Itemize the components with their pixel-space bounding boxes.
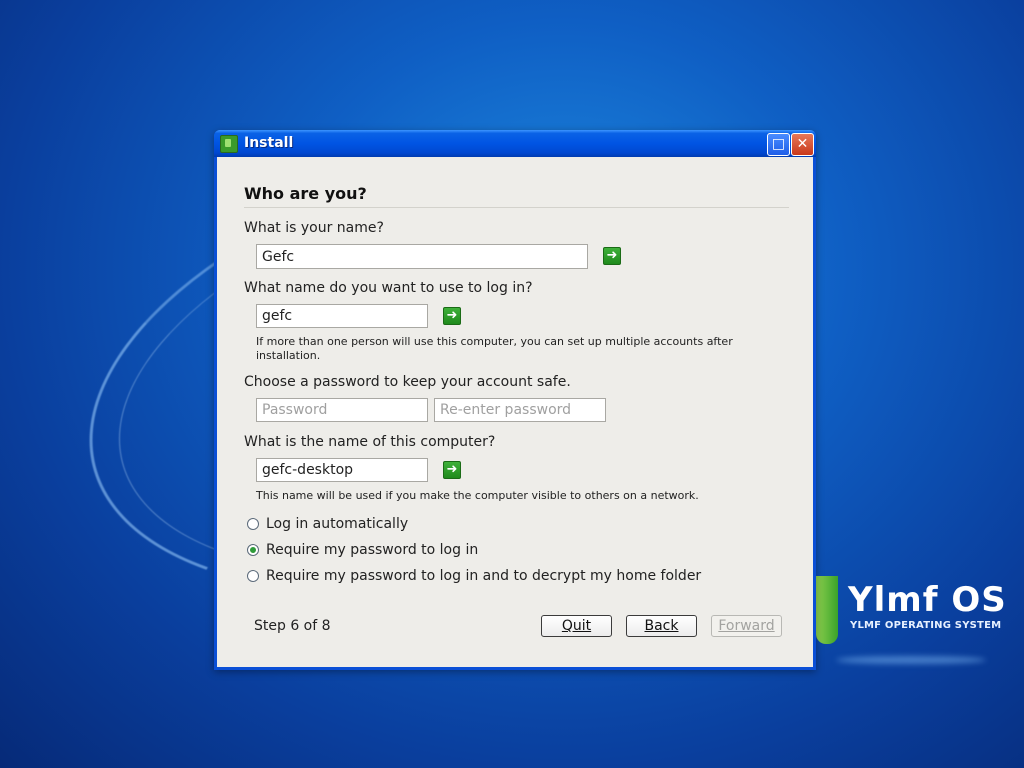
close-button[interactable]: ✕ [791, 133, 814, 156]
arrow-right-icon: ➜ [606, 248, 618, 263]
login-label: What name do you want to use to log in? [244, 280, 533, 296]
window-title: Install [244, 135, 294, 151]
login-go-button[interactable]: ➜ [443, 307, 461, 325]
arrow-right-icon: ➜ [446, 462, 458, 477]
install-window: Install □ ✕ Who are you? What is your na… [214, 130, 816, 670]
maximize-icon: □ [771, 136, 786, 152]
page-title: Who are you? [244, 184, 367, 203]
login-name-field[interactable] [256, 304, 428, 328]
computer-go-button[interactable]: ➜ [443, 461, 461, 479]
brand-logo: Ylmf OS YLMF OPERATING SYSTEM [816, 576, 1016, 666]
dialog-content: Who are you? What is your name? ➜ What n… [217, 157, 813, 667]
radio-button-selected[interactable] [247, 544, 259, 556]
installer-icon [220, 135, 238, 153]
computer-name-field[interactable] [256, 458, 428, 482]
name-label: What is your name? [244, 220, 384, 236]
computer-name-label: What is the name of this computer? [244, 434, 496, 450]
brand-glow [836, 656, 986, 664]
heading-divider [244, 207, 789, 208]
brand-mark [816, 576, 838, 644]
arrow-right-icon: ➜ [446, 308, 458, 323]
password-field[interactable] [256, 398, 428, 422]
option-label: Require my password to log in and to dec… [266, 568, 702, 584]
computer-name-hint: This name will be used if you make the c… [256, 489, 699, 502]
close-icon: ✕ [796, 136, 809, 152]
option-label: Require my password to log in [266, 542, 479, 558]
radio-button[interactable] [247, 518, 259, 530]
title-bar[interactable]: Install □ ✕ [214, 130, 816, 157]
forward-button[interactable]: Forward [711, 615, 782, 637]
quit-button[interactable]: Quit [541, 615, 612, 637]
back-button[interactable]: Back [626, 615, 697, 637]
maximize-button[interactable]: □ [767, 133, 790, 156]
name-go-button[interactable]: ➜ [603, 247, 621, 265]
brand-tagline: YLMF OPERATING SYSTEM [850, 620, 1002, 631]
name-field[interactable] [256, 244, 588, 269]
brand-name: Ylmf OS [848, 580, 1007, 620]
radio-button[interactable] [247, 570, 259, 582]
login-hint: If more than one person will use this co… [256, 335, 733, 362]
option-label: Log in automatically [266, 516, 409, 532]
step-indicator: Step 6 of 8 [254, 618, 331, 634]
password-confirm-field[interactable] [434, 398, 606, 422]
password-label: Choose a password to keep your account s… [244, 374, 571, 390]
